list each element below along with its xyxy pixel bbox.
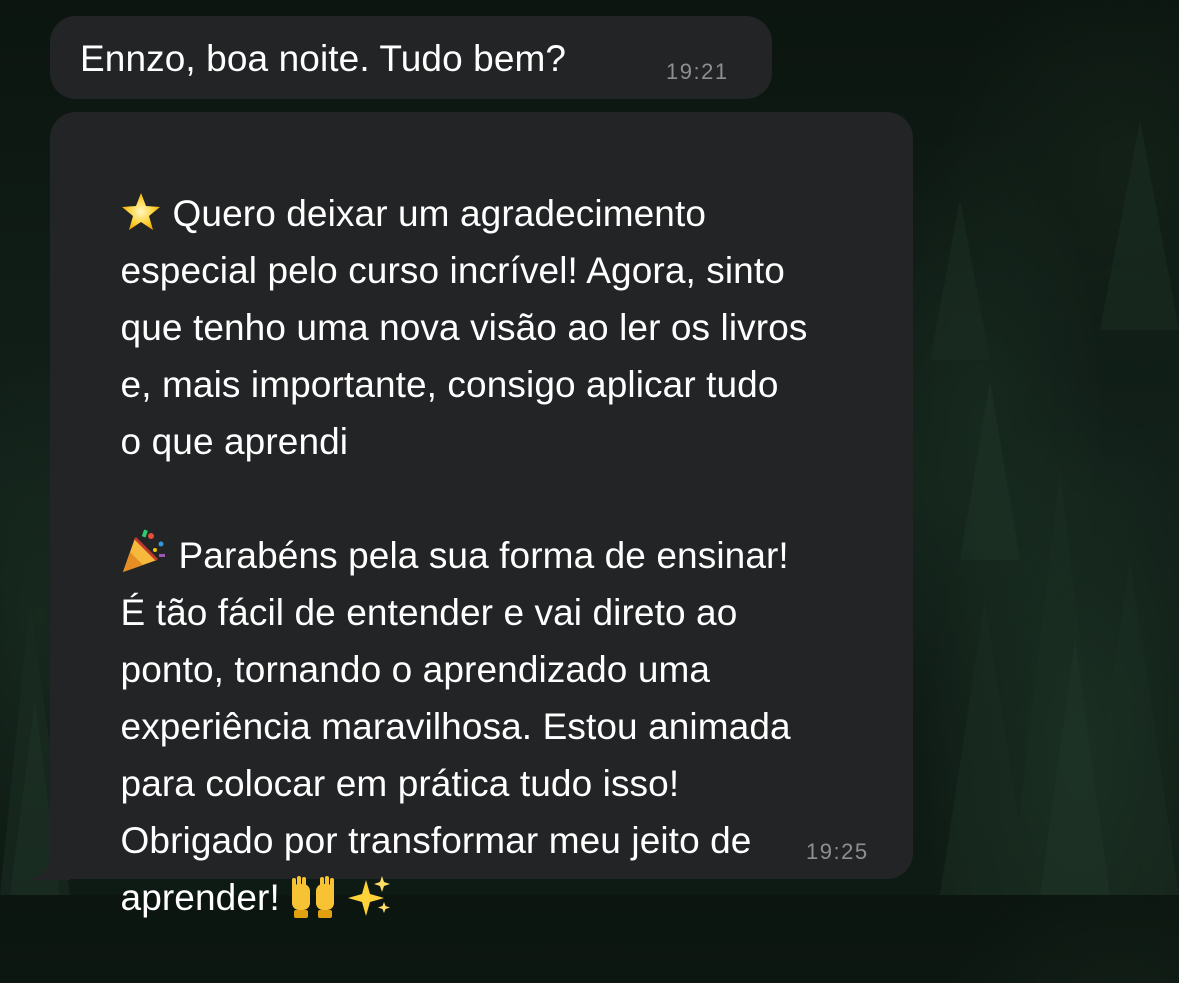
- message-line: o que aprendi: [120, 421, 349, 462]
- message-timestamp: 19:25: [806, 839, 869, 864]
- message-line: experiência maravilhosa. Estou animada: [120, 706, 791, 747]
- star-emoji-icon: [121, 193, 160, 230]
- message-timestamp: 19:21: [666, 59, 729, 84]
- party-popper-emoji-icon: [122, 529, 165, 572]
- message-bubble[interactable]: Quero deixar um agradecimento especial p…: [50, 112, 913, 918]
- message-line-text: Quero deixar um agradecimento: [172, 193, 707, 234]
- message-line-text: Parabéns pela sua forma de ensinar!: [178, 535, 789, 576]
- message-line: Obrigado por transformar meu jeito de: [120, 820, 752, 861]
- message-line: Parabéns pela sua forma de ensinar!: [121, 529, 789, 576]
- message-line: Quero deixar um agradecimento: [121, 193, 707, 234]
- message-text: Ennzo, boa noite. Tudo bem?: [80, 38, 567, 79]
- message-line-text: aprender!: [120, 877, 280, 918]
- message-line: aprender!: [120, 876, 392, 918]
- message-line: e, mais importante, consigo aplicar tudo: [120, 364, 779, 405]
- message-line: para colocar em prática tudo isso!: [120, 763, 680, 804]
- message-line: ponto, tornando o aprendizado uma: [120, 649, 711, 690]
- message-line: que tenho uma nova visão ao ler os livro…: [120, 307, 808, 348]
- message-text: Quero deixar um agradecimento especial p…: [79, 128, 807, 983]
- message-line: É tão fácil de entender e vai direto ao: [120, 592, 738, 633]
- message-bubble[interactable]: Ennzo, boa noite. Tudo bem? 19:21: [50, 16, 772, 99]
- raising-hands-emoji-icon: [291, 876, 334, 918]
- message-line: especial pelo curso incrível! Agora, sin…: [120, 250, 785, 291]
- sparkles-emoji-icon: [347, 876, 390, 916]
